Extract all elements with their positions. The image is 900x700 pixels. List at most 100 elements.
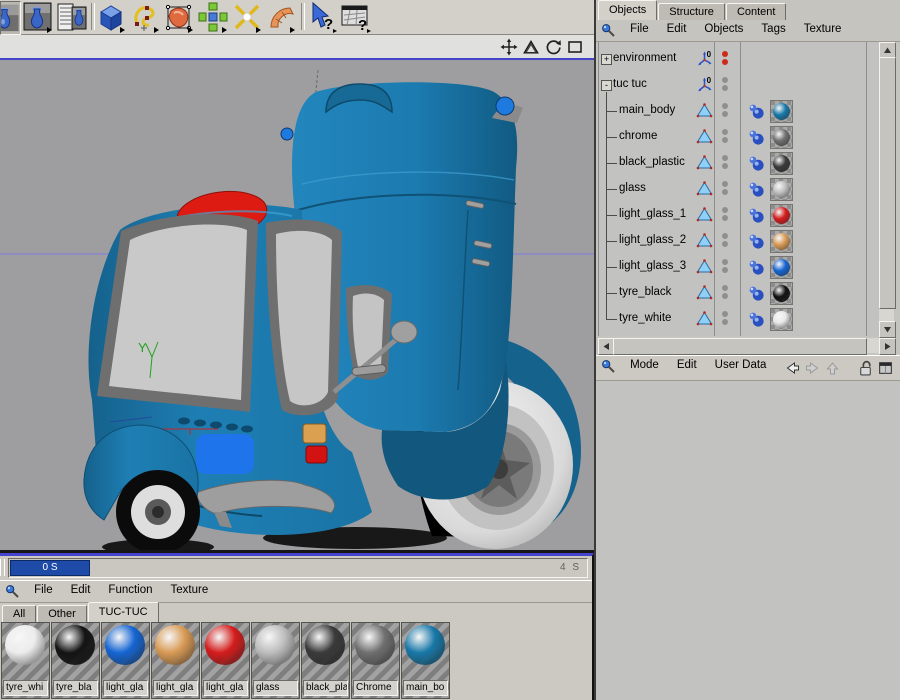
- material-tag[interactable]: [770, 126, 793, 149]
- manager-tab-content[interactable]: Content: [726, 3, 787, 20]
- collapse-icon[interactable]: -: [601, 80, 612, 91]
- visibility-dots[interactable]: [718, 179, 732, 197]
- polygon-icon[interactable]: [696, 206, 713, 223]
- object-label[interactable]: light_glass_3: [619, 260, 686, 272]
- polygon-icon[interactable]: [696, 310, 713, 327]
- add-spline-button[interactable]: [129, 1, 161, 33]
- object-label[interactable]: environment: [613, 52, 676, 64]
- material-swatch[interactable]: tyre_whi: [1, 622, 50, 699]
- timeline-track[interactable]: 0 S 4 S: [8, 558, 588, 578]
- scrollbar-thumb[interactable]: [613, 338, 867, 355]
- visibility-dots[interactable]: [718, 309, 732, 327]
- phong-tag-icon[interactable]: [748, 285, 764, 301]
- material-menu-function[interactable]: Function: [99, 581, 161, 600]
- maximize-view-icon[interactable]: [565, 37, 584, 56]
- add-cube-primitive-button[interactable]: [95, 1, 127, 33]
- scrollbar-thumb[interactable]: [879, 57, 896, 309]
- object-row[interactable]: black_plastic: [599, 150, 879, 176]
- material-tag[interactable]: [770, 178, 793, 201]
- object-manager-menu-edit[interactable]: Edit: [658, 20, 696, 39]
- object-manager-menu-objects[interactable]: Objects: [695, 20, 752, 39]
- object-label[interactable]: tyre_white: [619, 312, 671, 324]
- render-picture-viewer-button[interactable]: [22, 1, 54, 33]
- polygon-icon[interactable]: [696, 180, 713, 197]
- context-help-button[interactable]: ?: [306, 1, 338, 33]
- visibility-dots[interactable]: [718, 257, 732, 275]
- render-settings-button[interactable]: [56, 1, 88, 33]
- scale-view-icon[interactable]: [521, 37, 540, 56]
- phong-tag-icon[interactable]: [748, 181, 764, 197]
- object-tree-horizontal-scrollbar[interactable]: [598, 338, 894, 353]
- add-array-button[interactable]: [197, 1, 229, 33]
- material-tab-tuc-tuc[interactable]: TUC-TUC: [88, 602, 159, 622]
- object-row[interactable]: light_glass_1: [599, 202, 879, 228]
- object-label[interactable]: tyre_black: [619, 286, 671, 298]
- lock-icon[interactable]: [857, 359, 874, 379]
- polygon-icon[interactable]: [696, 284, 713, 301]
- material-tag[interactable]: [770, 152, 793, 175]
- phong-tag-icon[interactable]: [748, 129, 764, 145]
- object-label[interactable]: glass: [619, 182, 646, 194]
- manager-tab-structure[interactable]: Structure: [658, 3, 725, 20]
- go-parent-icon[interactable]: [824, 360, 841, 379]
- mode-bar-menu-user-data[interactable]: User Data: [706, 356, 776, 375]
- polygon-icon[interactable]: [696, 102, 713, 119]
- material-tag[interactable]: [770, 256, 793, 279]
- material-swatch[interactable]: main_bo: [401, 622, 450, 699]
- mode-bar-menu-mode[interactable]: Mode: [621, 356, 668, 375]
- phong-tag-icon[interactable]: [748, 233, 764, 249]
- object-row[interactable]: chrome: [599, 124, 879, 150]
- pin-icon[interactable]: [5, 584, 20, 602]
- visibility-dots[interactable]: [718, 75, 732, 93]
- material-tab-all[interactable]: All: [2, 605, 36, 622]
- material-menu-edit[interactable]: Edit: [62, 581, 100, 600]
- add-hypernurbs-button[interactable]: [163, 1, 195, 33]
- manager-tab-objects[interactable]: Objects: [598, 0, 657, 20]
- object-label[interactable]: chrome: [619, 130, 657, 142]
- polygon-icon[interactable]: [696, 258, 713, 275]
- object-tree-vertical-scrollbar[interactable]: [879, 42, 894, 336]
- timeline-current-handle[interactable]: 0 S: [10, 560, 90, 576]
- material-swatch[interactable]: black_pla: [301, 622, 350, 699]
- phong-tag-icon[interactable]: [748, 207, 764, 223]
- object-row[interactable]: tyre_black: [599, 280, 879, 306]
- object-row[interactable]: light_glass_3: [599, 254, 879, 280]
- object-label[interactable]: black_plastic: [619, 156, 685, 168]
- help-browser-button[interactable]: ?: [340, 1, 372, 33]
- pin-icon[interactable]: [601, 23, 616, 41]
- object-manager-menu-tags[interactable]: Tags: [752, 20, 794, 39]
- object-label[interactable]: light_glass_1: [619, 208, 686, 220]
- modeling-axis-tool-button[interactable]: [231, 1, 263, 33]
- object-label[interactable]: main_body: [619, 104, 675, 116]
- polygon-icon[interactable]: [696, 232, 713, 249]
- move-view-icon[interactable]: [499, 37, 518, 56]
- material-tag[interactable]: [770, 204, 793, 227]
- material-tab-other[interactable]: Other: [37, 605, 87, 622]
- object-manager-menu-texture[interactable]: Texture: [795, 20, 851, 39]
- pin-icon[interactable]: [601, 359, 616, 377]
- render-view-button[interactable]: [0, 1, 21, 35]
- visibility-dots[interactable]: [718, 49, 732, 67]
- material-swatch[interactable]: Chrome: [351, 622, 400, 699]
- null-axis-icon[interactable]: 0: [696, 76, 713, 93]
- material-swatch[interactable]: tyre_bla: [51, 622, 100, 699]
- add-deformer-button[interactable]: [265, 1, 297, 33]
- expand-icon[interactable]: +: [601, 54, 612, 65]
- material-swatch[interactable]: light_gla: [101, 622, 150, 699]
- object-row[interactable]: -tuc tuc0: [599, 72, 879, 98]
- phong-tag-icon[interactable]: [748, 155, 764, 171]
- material-tag[interactable]: [770, 100, 793, 123]
- material-menu-texture[interactable]: Texture: [162, 581, 218, 600]
- material-tag[interactable]: [770, 282, 793, 305]
- material-tag[interactable]: [770, 230, 793, 253]
- visibility-dots[interactable]: [718, 205, 732, 223]
- visibility-dots[interactable]: [718, 153, 732, 171]
- material-swatch[interactable]: light_gla: [201, 622, 250, 699]
- object-row[interactable]: tyre_white: [599, 306, 879, 332]
- object-manager-menu-file[interactable]: File: [621, 20, 658, 39]
- object-row[interactable]: glass: [599, 176, 879, 202]
- scroll-right-button[interactable]: [879, 338, 896, 355]
- null-axis-icon[interactable]: 0: [696, 50, 713, 67]
- rotate-view-icon[interactable]: [543, 37, 562, 56]
- material-menu-file[interactable]: File: [25, 581, 62, 600]
